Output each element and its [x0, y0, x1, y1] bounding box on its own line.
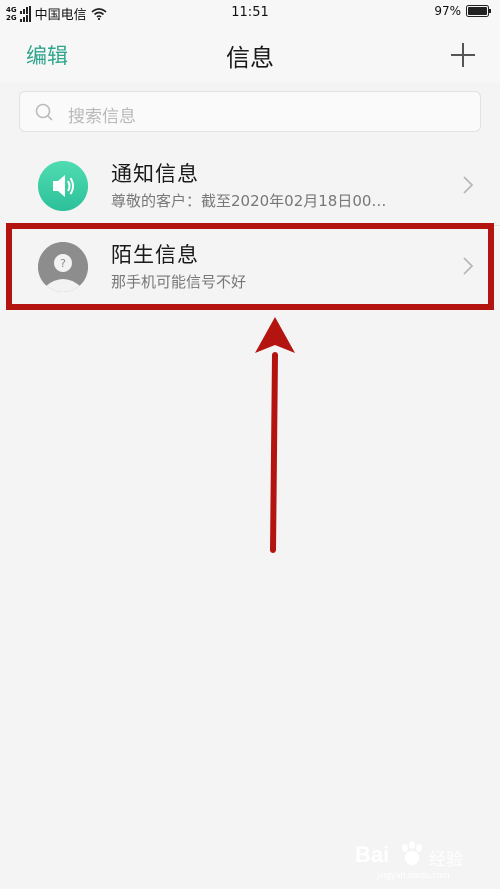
- highlight-box: [6, 223, 494, 310]
- paw-icon: [402, 841, 422, 865]
- conversation-notification[interactable]: 通知信息 尊敬的客户：截至2020年02月18日00…: [0, 146, 500, 226]
- watermark-brand: Bai: [355, 842, 390, 867]
- battery-icon: [466, 5, 491, 17]
- search-placeholder: 搜索信息: [68, 107, 136, 127]
- watermark-logo: Bai 经验 jingyan.baidu.com: [355, 836, 495, 886]
- speaker-icon: [38, 161, 88, 211]
- search-icon: [35, 103, 53, 121]
- search-input[interactable]: 搜索信息: [19, 91, 481, 132]
- conversation-title: 通知信息: [111, 162, 199, 186]
- chevron-right-icon: [463, 176, 474, 194]
- status-time: 11:51: [231, 5, 269, 20]
- arrow-up-icon: [255, 317, 295, 553]
- watermark-suffix: 经验: [429, 850, 463, 869]
- avatar: [38, 161, 88, 211]
- battery-level: 97%: [434, 4, 461, 18]
- page-title: 信息: [226, 44, 274, 72]
- watermark-site: jingyan.baidu.com: [377, 870, 450, 880]
- status-bar: 4G 2G 中国电信 11:51 97%: [0, 0, 500, 26]
- conversation-preview: 尊敬的客户：截至2020年02月18日00…: [111, 192, 387, 210]
- plus-icon[interactable]: [448, 40, 478, 70]
- header: 编辑 信息: [0, 26, 500, 82]
- status-right: 97%: [434, 4, 492, 18]
